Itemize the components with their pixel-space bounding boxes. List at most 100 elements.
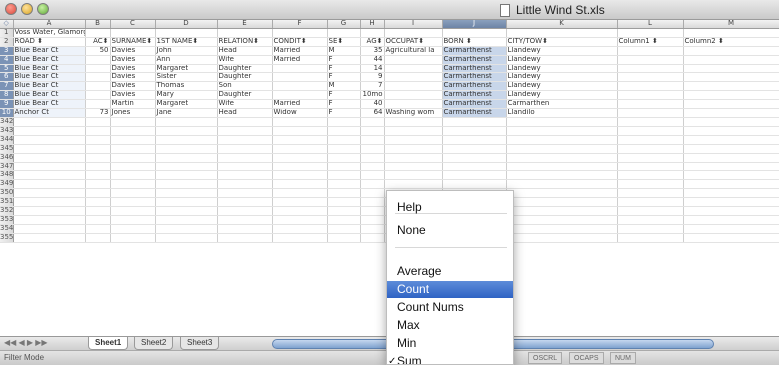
cell[interactable]: [85, 224, 111, 234]
cell[interactable]: [683, 99, 779, 110]
cell[interactable]: [506, 144, 618, 154]
cell[interactable]: [617, 224, 684, 234]
cell[interactable]: [272, 170, 328, 181]
cell[interactable]: [110, 144, 156, 154]
menu-item-help[interactable]: Help: [387, 199, 513, 216]
row-header-10[interactable]: 10: [0, 108, 14, 118]
cell[interactable]: [155, 188, 218, 199]
cell[interactable]: [155, 135, 218, 145]
cell[interactable]: [384, 126, 443, 136]
cell[interactable]: [110, 224, 156, 234]
column-header-h[interactable]: H: [360, 20, 385, 29]
cell[interactable]: [217, 179, 273, 190]
cell[interactable]: [617, 90, 684, 101]
cell[interactable]: [683, 153, 779, 163]
menu-item-count-nums[interactable]: Count Nums: [387, 299, 513, 316]
cell[interactable]: [360, 135, 385, 145]
cell[interactable]: OCCUPAT⬍: [384, 37, 443, 47]
cell[interactable]: [683, 179, 779, 190]
cell[interactable]: [155, 215, 218, 225]
cell[interactable]: [360, 126, 385, 136]
column-header-g[interactable]: G: [327, 20, 361, 29]
row-header-347[interactable]: 347: [0, 162, 14, 172]
cell[interactable]: [384, 117, 443, 127]
cell[interactable]: [617, 170, 684, 181]
sheet-tab-navigation[interactable]: ◀◀ ◀ ▶ ▶▶: [4, 338, 48, 347]
tab-sheet3[interactable]: Sheet3: [180, 337, 220, 350]
cell[interactable]: [617, 162, 684, 172]
row-header-346[interactable]: 346: [0, 153, 14, 163]
cell[interactable]: [155, 28, 218, 38]
menu-item-max[interactable]: Max: [387, 317, 513, 334]
cell[interactable]: [617, 72, 684, 83]
row-header-354[interactable]: 354: [0, 224, 14, 234]
cell[interactable]: [110, 28, 156, 38]
cell[interactable]: [384, 144, 443, 154]
column-header-m[interactable]: M: [683, 20, 779, 29]
column-header-d[interactable]: D: [155, 20, 218, 29]
column-header-i[interactable]: I: [384, 20, 443, 29]
cell[interactable]: [617, 197, 684, 208]
cell[interactable]: [617, 144, 684, 154]
cell[interactable]: CITY/TOW⬍: [506, 37, 618, 47]
cell[interactable]: [506, 135, 618, 145]
row-header-352[interactable]: 352: [0, 206, 14, 216]
cell[interactable]: Carmarthenst: [442, 99, 507, 110]
cell[interactable]: [327, 188, 361, 199]
cell[interactable]: [360, 179, 385, 190]
cell[interactable]: [683, 197, 779, 208]
cell[interactable]: [683, 206, 779, 216]
cell[interactable]: Blue Bear Ct: [13, 55, 86, 65]
cell[interactable]: Blue Bear Ct: [13, 90, 86, 101]
cell[interactable]: [327, 197, 361, 208]
cell[interactable]: Blue Bear Ct: [13, 72, 86, 83]
cell[interactable]: [110, 117, 156, 127]
cell[interactable]: [155, 162, 218, 172]
cell[interactable]: [217, 135, 273, 145]
cell[interactable]: [327, 215, 361, 225]
cell[interactable]: [85, 72, 111, 83]
cell[interactable]: [442, 162, 507, 172]
cell[interactable]: [13, 206, 86, 216]
cell[interactable]: [272, 28, 328, 38]
cell[interactable]: [683, 188, 779, 199]
cell[interactable]: [442, 170, 507, 181]
cell[interactable]: 50: [85, 46, 111, 56]
cell[interactable]: Blue Bear Ct: [13, 46, 86, 56]
cell[interactable]: Margaret: [155, 99, 218, 110]
cell[interactable]: [617, 153, 684, 163]
cell[interactable]: [155, 170, 218, 181]
cell[interactable]: Widow: [272, 108, 328, 118]
cell[interactable]: [272, 144, 328, 154]
row-header-350[interactable]: 350: [0, 188, 14, 199]
row-header-353[interactable]: 353: [0, 215, 14, 225]
row-header-3[interactable]: 3: [0, 46, 14, 56]
cell[interactable]: [110, 188, 156, 199]
row-header-342[interactable]: 342: [0, 117, 14, 127]
cell[interactable]: Martin: [110, 99, 156, 110]
cell[interactable]: [85, 188, 111, 199]
menu-item-average[interactable]: Average: [387, 263, 513, 280]
cell[interactable]: Davies: [110, 72, 156, 83]
cell[interactable]: [217, 170, 273, 181]
cell[interactable]: [13, 179, 86, 190]
cell[interactable]: [617, 46, 684, 56]
cell[interactable]: [217, 144, 273, 154]
cell[interactable]: [155, 126, 218, 136]
cell[interactable]: Married: [272, 99, 328, 110]
cell[interactable]: [327, 117, 361, 127]
cell[interactable]: [506, 117, 618, 127]
cell[interactable]: Davies: [110, 46, 156, 56]
cell[interactable]: Carmarthenst: [442, 81, 507, 92]
cell[interactable]: [683, 28, 779, 38]
row-header-345[interactable]: 345: [0, 144, 14, 154]
cell[interactable]: [217, 215, 273, 225]
cell[interactable]: [272, 126, 328, 136]
column-header-a[interactable]: A: [13, 20, 86, 29]
cell[interactable]: [155, 153, 218, 163]
cell[interactable]: [85, 126, 111, 136]
cell[interactable]: [360, 144, 385, 154]
cell[interactable]: [384, 162, 443, 172]
select-all-corner[interactable]: ◇: [0, 20, 14, 29]
cell[interactable]: Daughter: [217, 90, 273, 101]
